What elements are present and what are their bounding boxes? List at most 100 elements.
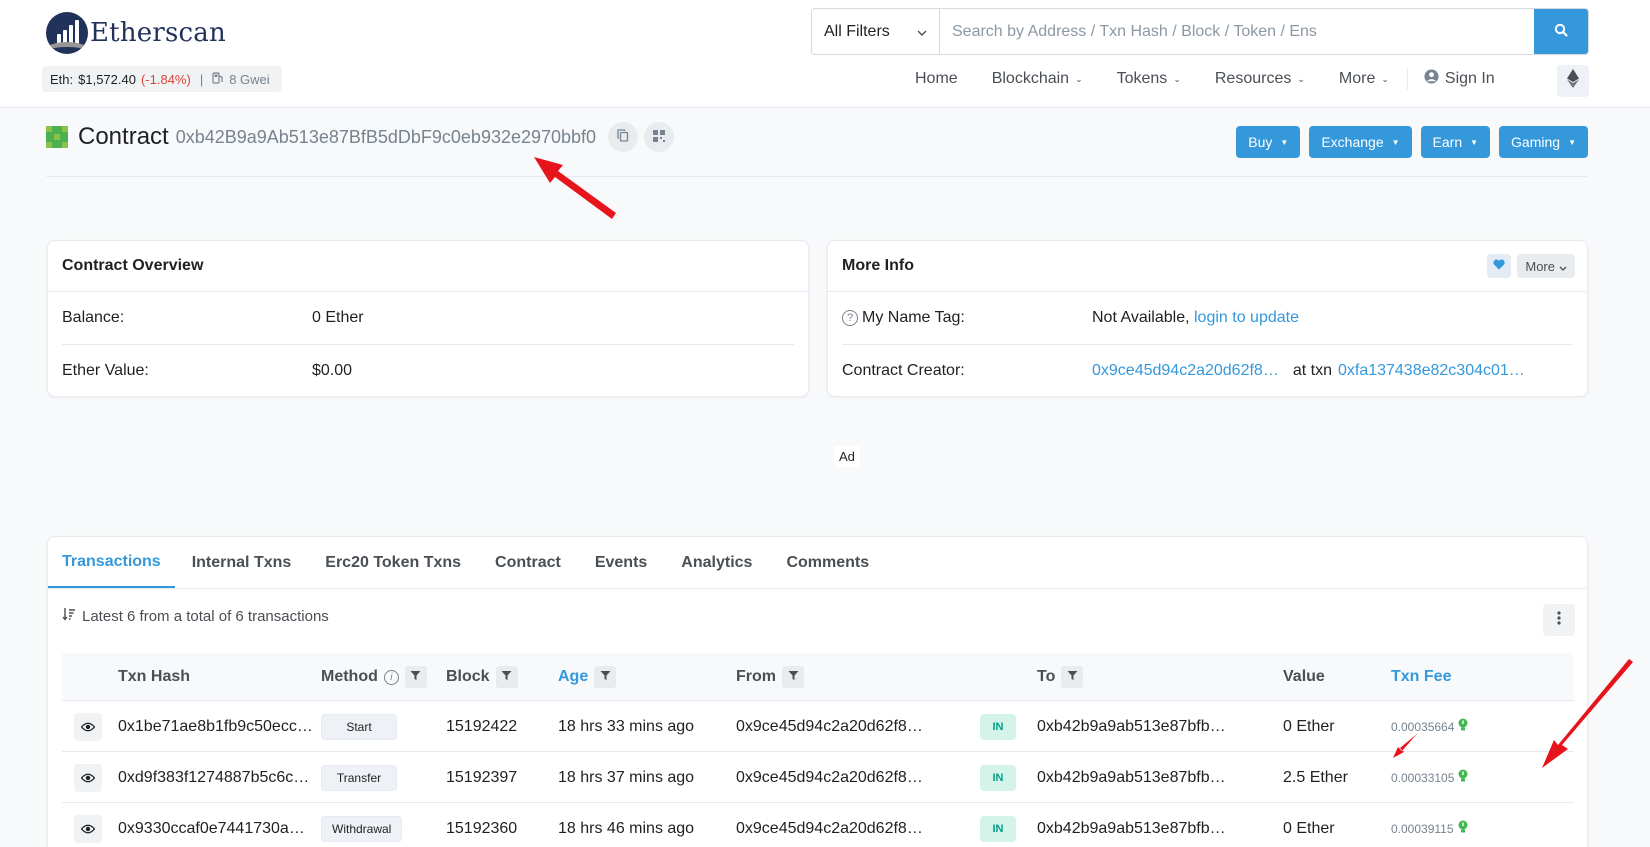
to-address: 0xb42b9a9ab513e87bfb… [1037, 819, 1226, 837]
creator-txn-link[interactable]: 0xfa137438e82c304c01… [1338, 362, 1525, 380]
watchlist-button[interactable] [1487, 254, 1512, 278]
from-address-link[interactable]: 0x9ce45d94c2a20d62f8… [736, 803, 923, 847]
col-age-label[interactable]: Age [558, 668, 588, 686]
nav-more[interactable]: More ⌄ [1339, 70, 1389, 88]
nav-tokens[interactable]: Tokens ⌄ [1117, 70, 1181, 88]
method-cell: Withdrawal [321, 803, 403, 847]
exchange-button[interactable]: Exchange ▼ [1309, 126, 1412, 158]
method-filter-button[interactable] [404, 666, 427, 688]
row-details-button[interactable] [74, 701, 102, 752]
txn-hash-link[interactable]: 0xd9f383f1274887b5c6c… [118, 752, 309, 803]
table-options-button[interactable] [1543, 604, 1575, 636]
eth-price-widget: Eth: $1,572.40 (-1.84%) | 8 Gwei [42, 66, 282, 92]
overview-title: Contract Overview [48, 241, 808, 292]
value-cell: 0 Ether [1283, 717, 1335, 735]
network-switch-button[interactable] [1557, 65, 1589, 97]
from-address-link[interactable]: 0x9ce45d94c2a20d62f8… [736, 701, 923, 752]
tab-events[interactable]: Events [578, 537, 664, 588]
col-to: To [1037, 653, 1084, 701]
ad-label[interactable]: Ad [834, 446, 860, 467]
more-info-more-button[interactable]: More [1517, 254, 1575, 278]
col-to-label: To [1037, 668, 1056, 685]
more-info-more-label: More [1525, 258, 1555, 274]
search-bar: All Filters [811, 8, 1589, 55]
arrow-annotation [534, 157, 616, 219]
buy-button[interactable]: Buy ▼ [1236, 126, 1301, 158]
tab-comments[interactable]: Comments [769, 537, 886, 588]
question-icon[interactable]: ? [842, 310, 858, 326]
ether-value-label: Ether Value: [62, 361, 149, 379]
table-row: 0x1be71ae8b1fb9c50ecc… Start 15192422 18… [62, 701, 1574, 752]
copy-icon [617, 128, 629, 146]
from-filter-button[interactable] [782, 666, 804, 688]
ethereum-icon [1567, 69, 1579, 93]
contract-title-row: Contract 0xb42B9a9Ab513e87BfB5dDbF9c0eb9… [46, 122, 675, 152]
chevron-down-icon: ⌄ [1075, 73, 1083, 84]
earn-button[interactable]: Earn ▼ [1420, 126, 1491, 158]
gaming-button[interactable]: Gaming ▼ [1499, 126, 1588, 158]
tab-erc20-token-txns[interactable]: Erc20 Token Txns [308, 537, 478, 588]
to-filter-button[interactable] [1061, 666, 1084, 688]
age-cell: 18 hrs 37 mins ago [558, 768, 695, 786]
filter-icon [600, 668, 611, 686]
block-link[interactable]: 15192422 [446, 701, 517, 752]
tab-transactions[interactable]: Transactions [48, 537, 175, 588]
chevron-down-icon: ⌄ [1381, 73, 1389, 84]
contract-address[interactable]: 0xb42B9a9Ab513e87BfB5dDbF9c0eb932e2970bb… [176, 127, 596, 148]
direction-badge: IN [980, 764, 1016, 791]
fee-indicator-icon[interactable] [1458, 820, 1468, 837]
logo-text: Etherscan [90, 18, 226, 48]
qr-code-button[interactable] [644, 122, 675, 152]
nav-divider [1406, 68, 1408, 90]
nav-home[interactable]: Home [915, 70, 958, 88]
search-filter-select[interactable]: All Filters [812, 9, 940, 54]
nav-tokens-label: Tokens [1116, 70, 1168, 87]
row-details-button[interactable] [74, 803, 102, 847]
nav-blockchain[interactable]: Blockchain ⌄ [992, 70, 1083, 88]
col-age: Age [558, 653, 617, 701]
etherscan-logo[interactable]: Etherscan [46, 12, 226, 54]
block-link[interactable]: 15192397 [446, 752, 517, 803]
col-block-label: Block [446, 668, 490, 685]
gaming-label: Gaming [1511, 134, 1561, 150]
copy-address-button[interactable] [608, 122, 639, 152]
nav-resources[interactable]: Resources ⌄ [1215, 70, 1305, 88]
ether-value: $0.00 [312, 361, 353, 379]
method-badge: Withdrawal [321, 815, 403, 842]
login-to-update-link[interactable]: login to update [1194, 309, 1299, 327]
ether-value-row: Ether Value: $0.00 [62, 344, 794, 396]
gas-pump-icon [212, 71, 224, 87]
tab-internal-txns[interactable]: Internal Txns [175, 537, 309, 588]
transactions-card: Transactions Internal Txns Erc20 Token T… [47, 536, 1588, 847]
logo-icon [46, 12, 88, 54]
direction-cell: IN [980, 752, 1016, 803]
from-address-link[interactable]: 0x9ce45d94c2a20d62f8… [736, 752, 923, 803]
block-filter-button[interactable] [495, 666, 518, 688]
earn-label: Earn [1432, 134, 1463, 150]
fee-indicator-icon[interactable] [1458, 769, 1468, 786]
fee-indicator-icon[interactable] [1458, 718, 1468, 735]
search-input[interactable] [940, 9, 1534, 54]
more-info-header: More Info More [828, 241, 1587, 292]
row-details-button[interactable] [74, 752, 102, 803]
age-filter-button[interactable] [594, 666, 617, 688]
gas-price[interactable]: 8 Gwei [229, 72, 269, 87]
title-divider [46, 176, 1588, 177]
sign-in-link[interactable]: Sign In [1424, 69, 1495, 89]
more-info-actions: More [1487, 254, 1575, 278]
col-value-label: Value [1283, 668, 1325, 685]
col-txn-fee: Txn Fee [1391, 653, 1451, 701]
eye-icon [74, 814, 102, 843]
tab-contract[interactable]: Contract [478, 537, 578, 588]
method-badge: Start [321, 713, 397, 740]
info-icon[interactable]: i [383, 669, 399, 685]
tab-analytics[interactable]: Analytics [664, 537, 769, 588]
search-button[interactable] [1534, 9, 1588, 54]
txn-hash-link[interactable]: 0x1be71ae8b1fb9c50ecc… [118, 701, 313, 752]
creator-address-link[interactable]: 0x9ce45d94c2a20d62f8… [1092, 362, 1279, 380]
block-link[interactable]: 15192360 [446, 803, 517, 847]
name-tag-row: ? My Name Tag: Not Available, login to u… [842, 292, 1573, 344]
col-txn-fee-label[interactable]: Txn Fee [1391, 668, 1451, 686]
fee-cell: 0.00033105 [1391, 752, 1468, 803]
txn-hash-link[interactable]: 0x9330ccaf0e7441730a… [118, 803, 305, 847]
